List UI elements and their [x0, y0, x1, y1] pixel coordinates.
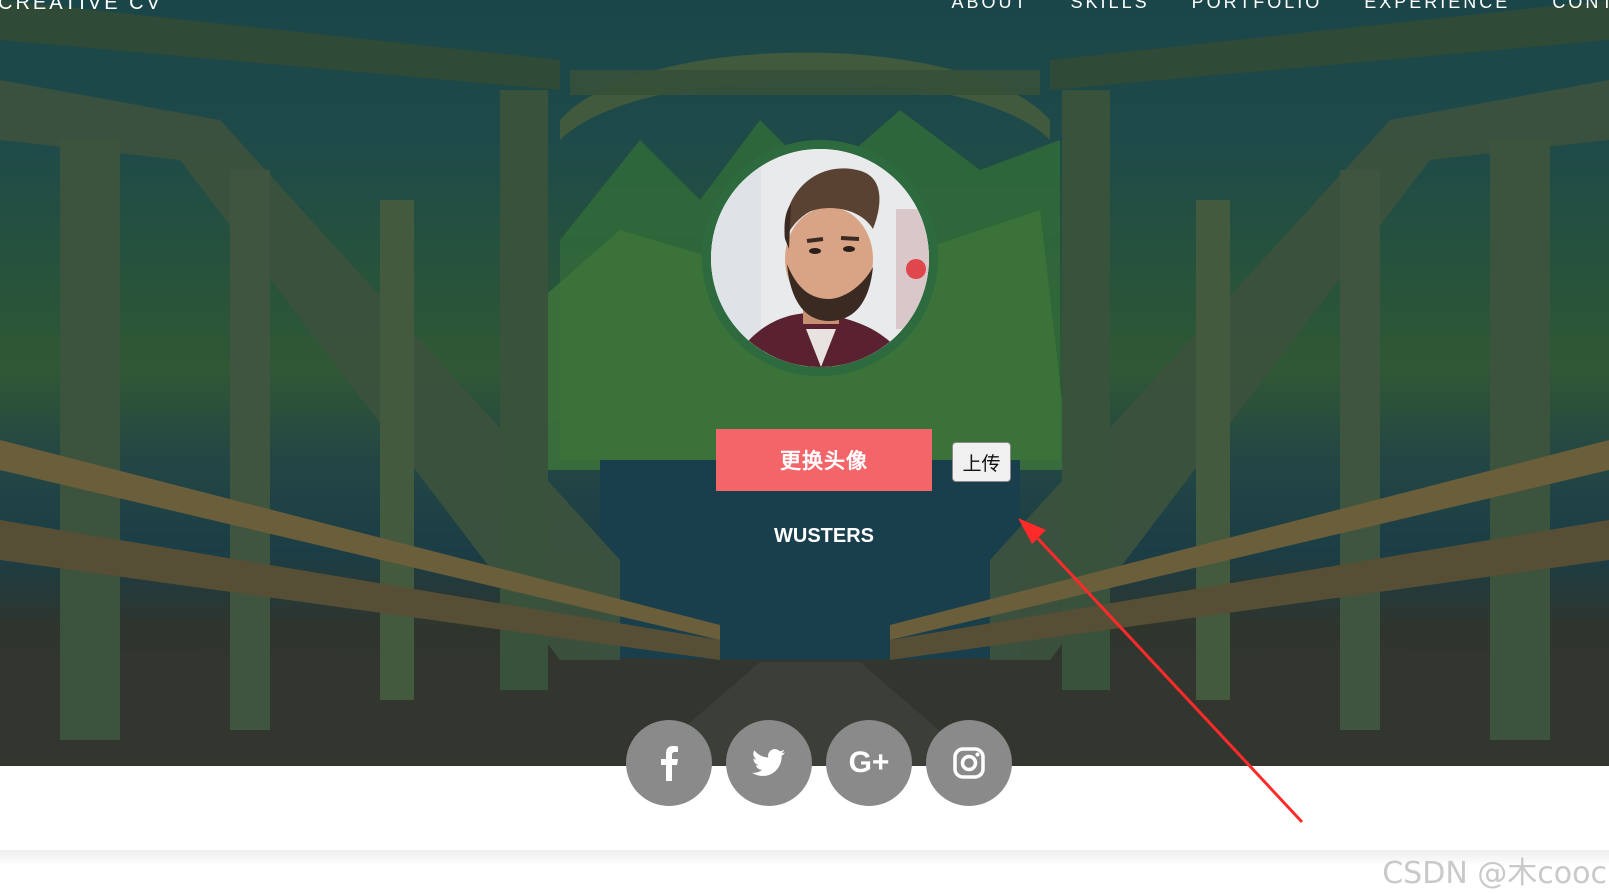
- avatar-portrait: [711, 149, 929, 367]
- bridge-illustration: [0, 0, 1609, 766]
- google-plus-button[interactable]: G+: [826, 720, 912, 806]
- instagram-icon: [953, 747, 985, 779]
- change-avatar-button[interactable]: 更换头像: [716, 429, 932, 491]
- brand-logo[interactable]: CREATIVE CV: [0, 0, 163, 15]
- nav-item-experience[interactable]: EXPERIENCE: [1364, 0, 1510, 13]
- nav-item-about[interactable]: ABOUT: [952, 0, 1029, 13]
- instagram-button[interactable]: [926, 720, 1012, 806]
- twitter-button[interactable]: [726, 720, 812, 806]
- avatar: [702, 140, 938, 376]
- nav-item-skills[interactable]: SKILLS: [1071, 0, 1150, 13]
- facebook-button[interactable]: [626, 720, 712, 806]
- nav-item-portfolio[interactable]: PORTFOLIO: [1192, 0, 1323, 13]
- google-plus-icon: G+: [848, 746, 890, 779]
- nav-item-contact[interactable]: CONTA: [1552, 0, 1609, 13]
- section-divider: [0, 850, 1609, 866]
- page: CREATIVE CV ABOUT SKILLS PORTFOLIO EXPER…: [0, 0, 1609, 894]
- twitter-icon: [752, 749, 785, 776]
- facebook-icon: [661, 746, 678, 781]
- upload-button[interactable]: 上传: [952, 442, 1011, 482]
- hero-background: [0, 0, 1609, 766]
- top-nav: ABOUT SKILLS PORTFOLIO EXPERIENCE CONTA: [952, 0, 1609, 13]
- social-links: G+: [626, 720, 1012, 806]
- profile-name: WUSTERS: [774, 525, 874, 547]
- watermark: CSDN @木cooc: [1382, 856, 1607, 891]
